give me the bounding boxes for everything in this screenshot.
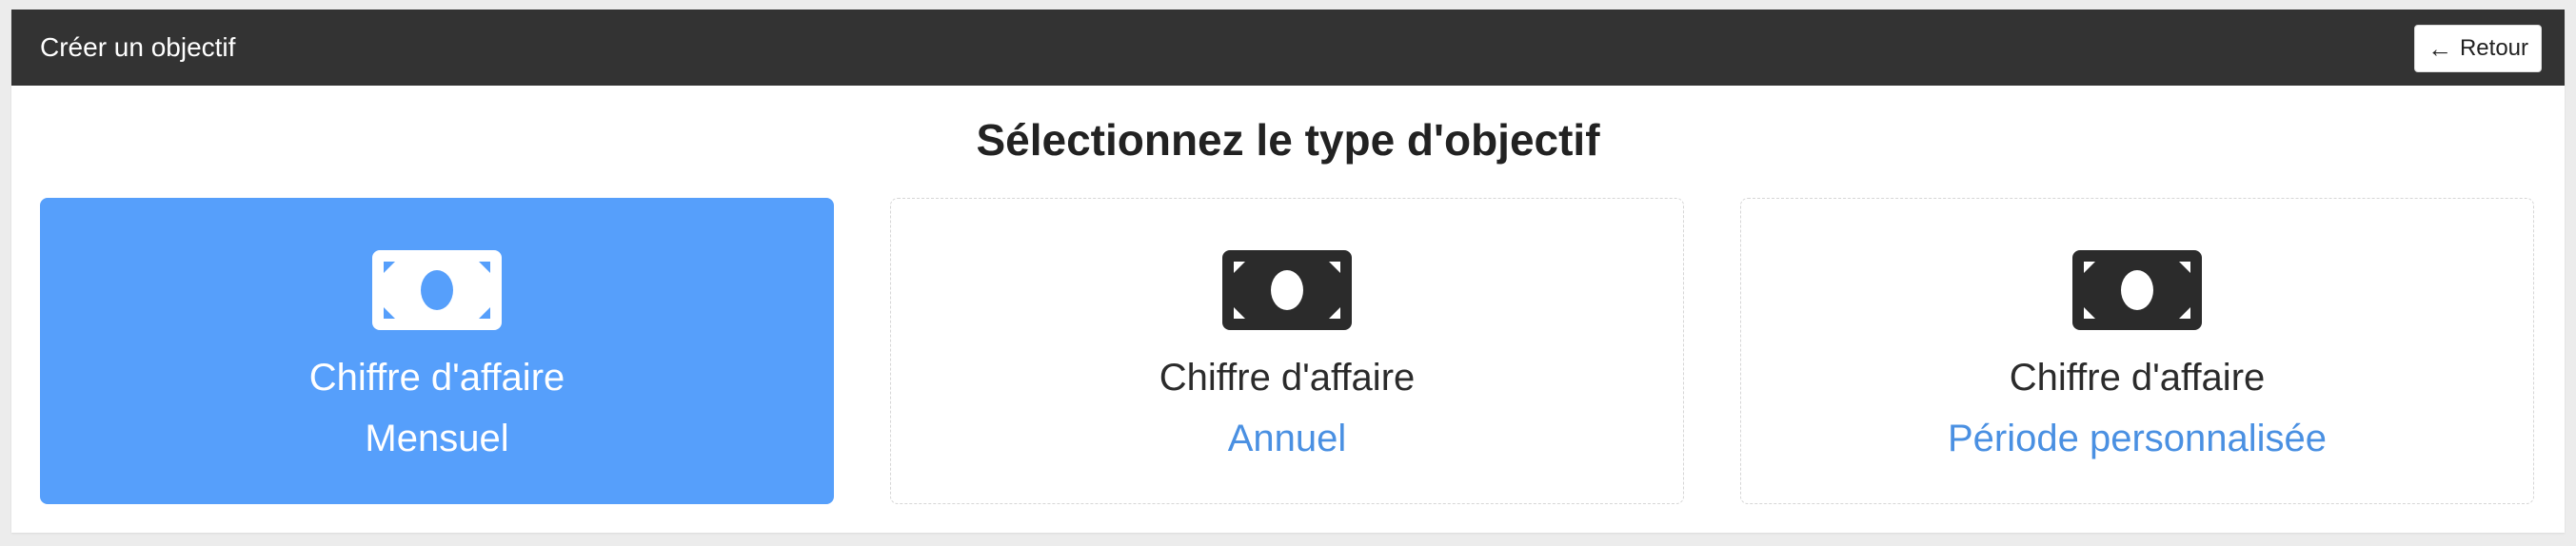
back-button-label: Retour bbox=[2459, 35, 2529, 61]
objective-card-annual[interactable]: Chiffre d'affaire Annuel bbox=[890, 198, 1684, 504]
objective-type-list: Chiffre d'affaire Mensuel Chiffre d'affa… bbox=[40, 198, 2534, 504]
money-bill-icon bbox=[372, 250, 502, 330]
section-title: Sélectionnez le type d'objectif bbox=[976, 115, 1600, 165]
card-period: Annuel bbox=[1227, 418, 1347, 459]
money-bill-icon bbox=[1222, 250, 1352, 330]
main-panel: Créer un objectif ← Retour Sélectionnez … bbox=[11, 10, 2565, 533]
arrow-left-icon: ← bbox=[2427, 34, 2452, 63]
objective-card-custom-period[interactable]: Chiffre d'affaire Période personnalisée bbox=[1740, 198, 2534, 504]
page-title: Créer un objectif bbox=[40, 32, 236, 62]
card-label: Chiffre d'affaire bbox=[2009, 357, 2266, 399]
card-period: Période personnalisée bbox=[1947, 418, 2328, 459]
card-period: Mensuel bbox=[365, 418, 509, 459]
card-label: Chiffre d'affaire bbox=[1159, 357, 1416, 399]
card-label: Chiffre d'affaire bbox=[308, 357, 565, 399]
header-bar: Créer un objectif ← Retour bbox=[11, 10, 2565, 86]
back-button[interactable]: ← Retour bbox=[2414, 25, 2542, 72]
objective-card-monthly[interactable]: Chiffre d'affaire Mensuel bbox=[40, 198, 834, 504]
money-bill-icon bbox=[2072, 250, 2202, 330]
